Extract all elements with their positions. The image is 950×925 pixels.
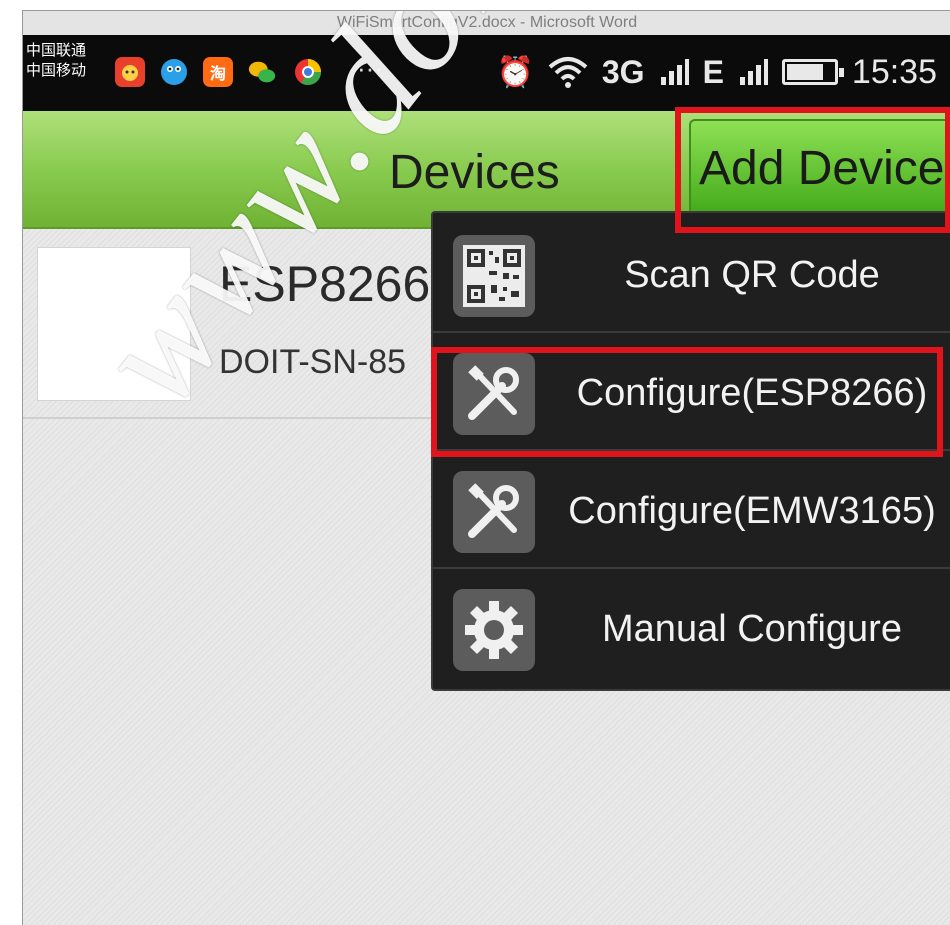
cat-app-icon bbox=[115, 57, 145, 87]
signal-1-icon bbox=[660, 59, 689, 85]
signal-2-icon bbox=[739, 59, 768, 85]
status-bar: 中国联通 中国移动 淘 ··· ⏰ 3G E 15:35 bbox=[23, 35, 950, 111]
battery-icon bbox=[781, 59, 844, 85]
clock: 15:35 bbox=[851, 52, 937, 91]
carrier-labels: 中国联通 中国移动 bbox=[26, 41, 86, 81]
wifi-icon bbox=[548, 57, 588, 88]
more-notifications-icon: ··· bbox=[357, 53, 383, 83]
menu-item-scan-qr-code[interactable]: Scan QR Code bbox=[433, 217, 950, 333]
status-indicators: ⏰ 3G E 15:35 bbox=[497, 49, 937, 95]
carrier-2: 中国移动 bbox=[26, 62, 87, 79]
configure-esp8266-highlight bbox=[431, 347, 943, 457]
screenshot-frame: WiFiSmartConfigV2.docx - Microsoft Word … bbox=[22, 10, 950, 925]
qr-code-icon bbox=[453, 235, 535, 317]
wechat-app-icon bbox=[247, 57, 277, 87]
menu-item-label: Scan QR Code bbox=[624, 254, 880, 296]
page-title: Devices bbox=[389, 146, 560, 199]
network-e-label: E bbox=[702, 53, 724, 90]
tools-icon bbox=[453, 471, 535, 553]
menu-item-label: Manual Configure bbox=[602, 608, 902, 650]
window-caption: WiFiSmartConfigV2.docx - Microsoft Word bbox=[23, 11, 950, 35]
menu-item-configure-emw3165[interactable]: Configure(EMW3165) bbox=[433, 453, 950, 569]
carrier-1: 中国联通 bbox=[26, 42, 87, 59]
device-name: ESP8266 bbox=[219, 256, 431, 312]
device-id: DOIT-SN-85 bbox=[219, 343, 407, 381]
network-3g-label: 3G bbox=[601, 53, 645, 90]
menu-item-manual-configure[interactable]: Manual Configure bbox=[433, 571, 950, 687]
alarm-icon: ⏰ bbox=[496, 55, 534, 89]
gear-icon bbox=[453, 589, 535, 671]
device-thumbnail bbox=[37, 247, 191, 401]
browser-app-icon bbox=[293, 57, 323, 87]
add-device-highlight bbox=[675, 107, 950, 233]
bird-app-icon bbox=[159, 57, 189, 87]
menu-item-label: Configure(EMW3165) bbox=[568, 490, 936, 532]
taobao-app-icon: 淘 bbox=[203, 57, 233, 87]
